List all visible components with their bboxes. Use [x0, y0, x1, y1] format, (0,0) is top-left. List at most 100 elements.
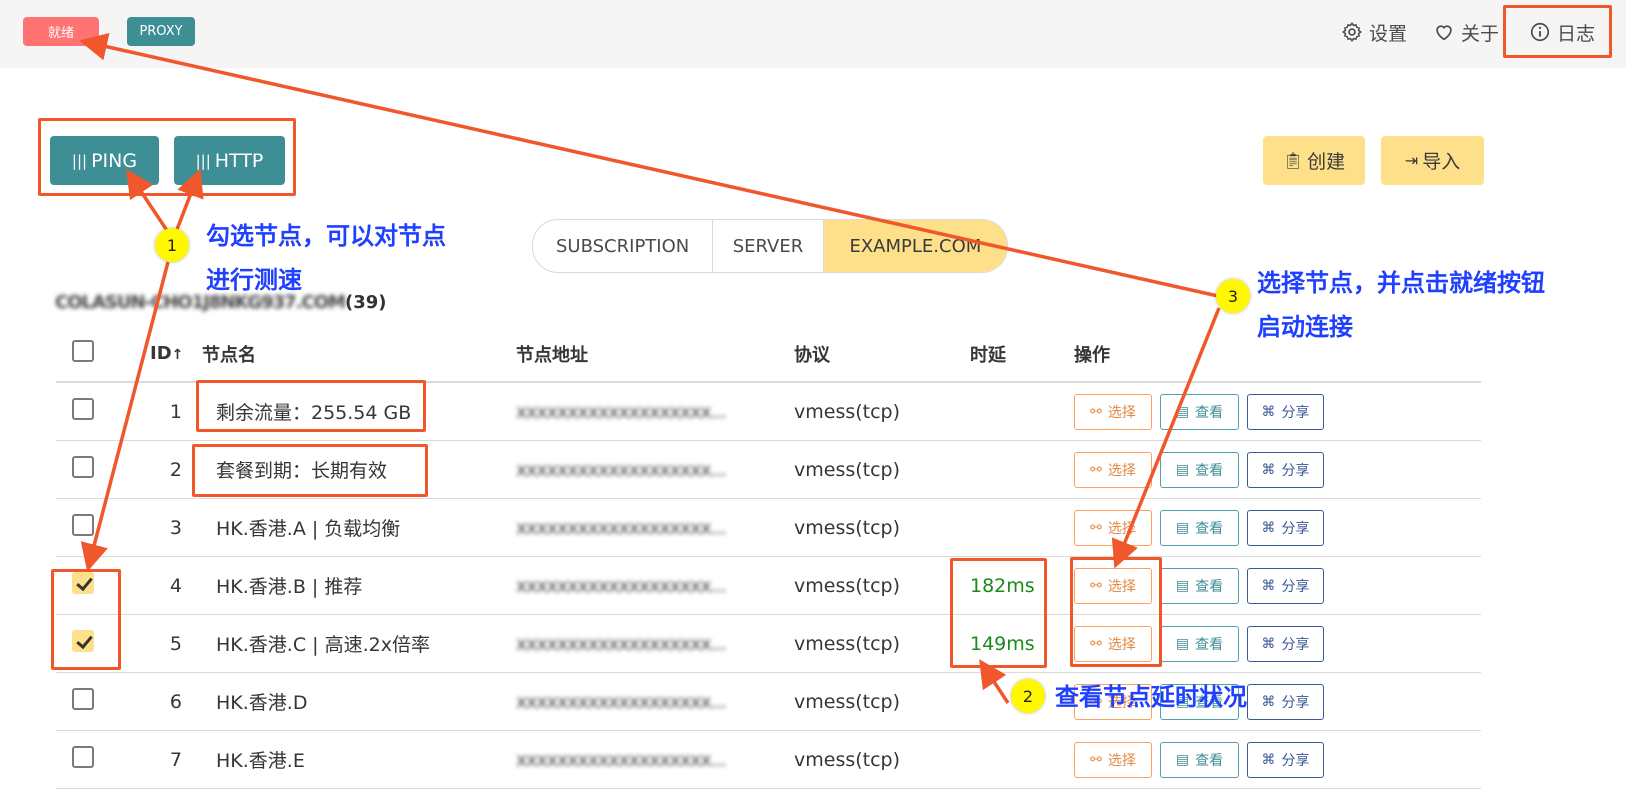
- select-all-checkbox[interactable]: [72, 340, 94, 362]
- view-node-button[interactable]: ▤ 查看: [1160, 741, 1239, 778]
- row-checkbox[interactable]: [72, 746, 94, 768]
- highlight-latency: [950, 558, 1047, 668]
- view-label: 查看: [1195, 636, 1224, 653]
- row-check-cell: [56, 440, 150, 499]
- view-label: 查看: [1195, 462, 1224, 479]
- select-node-button[interactable]: ⚯ 选择: [1074, 509, 1152, 546]
- share-node-button[interactable]: ⌘ 分享: [1247, 683, 1324, 720]
- view-node-button[interactable]: ▤ 查看: [1160, 451, 1239, 488]
- share-icon: ⌘: [1261, 461, 1276, 478]
- row-protocol: vmess(tcp): [794, 614, 970, 673]
- row-protocol: vmess(tcp): [794, 440, 970, 499]
- share-node-button[interactable]: ⌘ 分享: [1247, 451, 1324, 488]
- create-button[interactable]: 📋︎ 创建: [1263, 136, 1365, 185]
- status-ready-button[interactable]: 就绪: [23, 17, 99, 46]
- nav-about[interactable]: 关于: [1433, 17, 1499, 47]
- share-label: 分享: [1281, 404, 1310, 421]
- view-label: 查看: [1195, 404, 1224, 421]
- link-icon: ⚯: [1090, 461, 1102, 478]
- note1-line2: 进行测速: [206, 266, 302, 294]
- annotation-note-3: 选择节点，并点击就绪按钮 启动连接: [1257, 261, 1545, 349]
- highlight-row2-name: [192, 444, 428, 497]
- view-label: 查看: [1195, 752, 1224, 769]
- select-node-button[interactable]: ⚯ 选择: [1074, 741, 1152, 778]
- row-ops: ⚯ 选择 ▤ 查看 ⌘ 分享: [1074, 498, 1481, 557]
- link-icon: ⚯: [1090, 403, 1102, 420]
- row-address-text: xxxxxxxxxxxxxxxxxxx...: [516, 632, 727, 655]
- select-node-button[interactable]: ⚯ 选择: [1074, 393, 1152, 430]
- highlight-log-nav: [1503, 5, 1612, 58]
- row-name: HK.香港.C | 高速.2x倍率: [202, 614, 516, 673]
- row-checkbox[interactable]: [72, 688, 94, 710]
- annotation-note-1: 勾选节点，可以对节点 进行测速: [206, 214, 446, 302]
- row-protocol: vmess(tcp): [794, 382, 970, 441]
- row-checkbox[interactable]: [72, 456, 94, 478]
- select-label: 选择: [1107, 462, 1136, 479]
- table-row: 6 HK.香港.D xxxxxxxxxxxxxxxxxxx... vmess(tcp)…: [56, 672, 1481, 731]
- note1-line1: 勾选节点，可以对节点: [206, 222, 446, 250]
- document-icon: ▤: [1175, 461, 1190, 478]
- nav-about-label: 关于: [1461, 22, 1500, 45]
- view-node-button[interactable]: ▤ 查看: [1160, 393, 1239, 430]
- row-ops: ⚯ 选择 ▤ 查看 ⌘ 分享: [1074, 440, 1481, 499]
- share-node-button[interactable]: ⌘ 分享: [1247, 741, 1324, 778]
- header-address: 节点地址: [516, 326, 794, 383]
- view-node-button[interactable]: ▤ 查看: [1160, 625, 1239, 662]
- row-checkbox[interactable]: [72, 514, 94, 536]
- share-icon: ⌘: [1261, 635, 1276, 652]
- tab-server[interactable]: SERVER: [713, 220, 824, 272]
- share-node-button[interactable]: ⌘ 分享: [1247, 567, 1324, 604]
- note3-line2: 启动连接: [1257, 313, 1353, 341]
- proxy-mode-tag[interactable]: PROXY: [127, 17, 195, 46]
- row-ops: ⚯ 选择 ▤ 查看 ⌘ 分享: [1074, 730, 1481, 789]
- header-latency: 时延: [970, 326, 1074, 383]
- select-label: 选择: [1107, 752, 1136, 769]
- highlight-select-buttons: [1070, 557, 1162, 667]
- share-label: 分享: [1281, 694, 1310, 711]
- document-icon: ▤: [1175, 635, 1190, 652]
- row-latency: [970, 440, 1074, 499]
- row-id: 5: [150, 614, 202, 673]
- row-address-text: xxxxxxxxxxxxxxxxxxx...: [516, 748, 727, 771]
- table-row: 7 HK.香港.E xxxxxxxxxxxxxxxxxxx... vmess(tcp)…: [56, 730, 1481, 789]
- share-icon: ⌘: [1261, 577, 1276, 594]
- share-label: 分享: [1281, 752, 1310, 769]
- row-address: xxxxxxxxxxxxxxxxxxx...: [516, 672, 794, 731]
- nav-settings[interactable]: 设置: [1341, 17, 1407, 47]
- row-check-cell: [56, 498, 150, 557]
- top-bar: 就绪 PROXY 设置 关于 日志: [0, 0, 1626, 68]
- table-body: 1 剩余流量：255.54 GB xxxxxxxxxxxxxxxxxxx... vme…: [56, 382, 1481, 789]
- group-tabs: SUBSCRIPTION SERVER EXAMPLE.COM: [532, 219, 1008, 273]
- row-address-text: xxxxxxxxxxxxxxxxxxx...: [516, 516, 727, 539]
- view-node-button[interactable]: ▤ 查看: [1160, 509, 1239, 546]
- row-checkbox[interactable]: [72, 398, 94, 420]
- view-node-button[interactable]: ▤ 查看: [1160, 567, 1239, 604]
- import-button[interactable]: ⇥ 导入: [1381, 136, 1484, 185]
- share-node-button[interactable]: ⌘ 分享: [1247, 393, 1324, 430]
- row-protocol: vmess(tcp): [794, 730, 970, 789]
- header-name: 节点名: [202, 326, 516, 383]
- header-protocol: 协议: [794, 326, 970, 383]
- table-row: 4 HK.香港.B | 推荐 xxxxxxxxxxxxxxxxxxx... vmess…: [56, 556, 1481, 615]
- share-label: 分享: [1281, 636, 1310, 653]
- header-id[interactable]: ID↑: [150, 326, 202, 383]
- nav-settings-label: 设置: [1369, 22, 1408, 45]
- view-label: 查看: [1195, 578, 1224, 595]
- row-address-text: xxxxxxxxxxxxxxxxxxx...: [516, 400, 727, 423]
- row-protocol: vmess(tcp): [794, 672, 970, 731]
- tab-subscription[interactable]: SUBSCRIPTION: [533, 220, 714, 272]
- view-label: 查看: [1195, 520, 1224, 537]
- row-check-cell: [56, 382, 150, 441]
- heart-icon: [1436, 25, 1452, 41]
- share-icon: ⌘: [1261, 751, 1276, 768]
- row-latency: [970, 382, 1074, 441]
- row-ops: ⚯ 选择 ▤ 查看 ⌘ 分享: [1074, 382, 1481, 441]
- header-id-label: ID: [150, 343, 172, 364]
- share-node-button[interactable]: ⌘ 分享: [1247, 509, 1324, 546]
- share-node-button[interactable]: ⌘ 分享: [1247, 625, 1324, 662]
- tab-example-com[interactable]: EXAMPLE.COM: [823, 220, 1007, 272]
- select-node-button[interactable]: ⚯ 选择: [1074, 451, 1152, 488]
- highlight-checked-boxes: [51, 569, 121, 670]
- highlight-row1-name: [196, 380, 426, 432]
- share-icon: ⌘: [1261, 403, 1276, 420]
